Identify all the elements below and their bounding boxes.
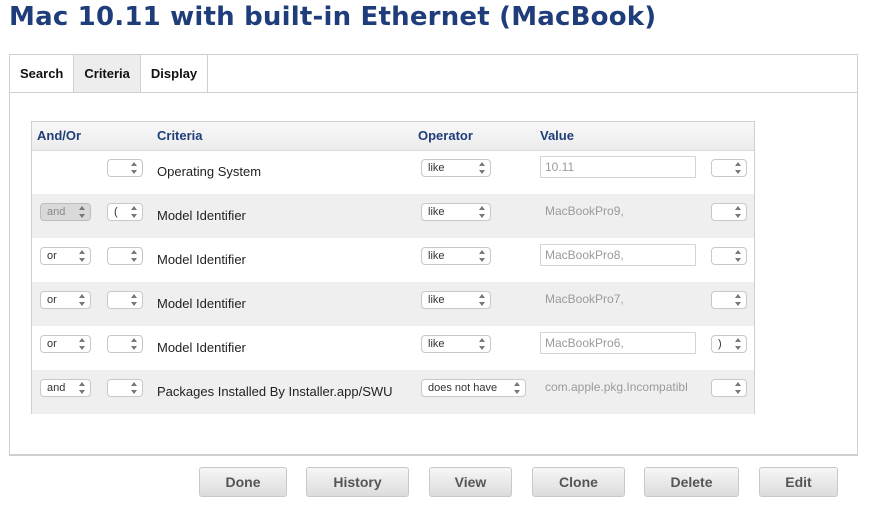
- up-down-arrows-icon: [479, 162, 486, 174]
- close-paren-select[interactable]: [711, 159, 747, 177]
- up-down-arrows-icon: [131, 294, 138, 306]
- up-down-arrows-icon: [79, 250, 86, 262]
- value-input[interactable]: MacBookPro9,: [540, 200, 696, 222]
- open-paren-select[interactable]: [107, 291, 143, 309]
- and-or-select[interactable]: and: [40, 379, 91, 397]
- operator-select[interactable]: like: [421, 247, 491, 265]
- open-paren-select[interactable]: (: [107, 203, 143, 221]
- table-row: or Model Identifier like MacBookPro8,: [32, 238, 754, 282]
- operator-select[interactable]: like: [421, 203, 491, 221]
- criteria-label: Model Identifier: [157, 296, 246, 311]
- and-or-select[interactable]: or: [40, 291, 91, 309]
- open-paren-select[interactable]: [107, 379, 143, 397]
- clone-button[interactable]: Clone: [532, 467, 625, 497]
- criteria-label: Model Identifier: [157, 340, 246, 355]
- up-down-arrows-icon: [79, 206, 86, 218]
- up-down-arrows-icon: [131, 382, 138, 394]
- close-paren-select[interactable]: [711, 379, 747, 397]
- up-down-arrows-icon: [131, 206, 138, 218]
- up-down-arrows-icon: [131, 338, 138, 350]
- up-down-arrows-icon: [514, 382, 521, 394]
- up-down-arrows-icon: [79, 338, 86, 350]
- view-button[interactable]: View: [429, 467, 512, 497]
- page-title: Mac 10.11 with built-in Ethernet (MacBoo…: [9, 2, 657, 32]
- up-down-arrows-icon: [735, 338, 742, 350]
- operator-select[interactable]: like: [421, 291, 491, 309]
- tab-bar: Search Criteria Display: [10, 55, 209, 93]
- up-down-arrows-icon: [131, 250, 138, 262]
- close-paren-select[interactable]: [711, 291, 747, 309]
- up-down-arrows-icon: [735, 294, 742, 306]
- table-row: or Model Identifier like MacBookPro6, ): [32, 326, 754, 370]
- operator-value: does not have: [428, 382, 498, 394]
- tab-divider: [10, 92, 857, 93]
- header-and-or: And/Or: [37, 128, 82, 143]
- open-paren-select[interactable]: [107, 335, 143, 353]
- up-down-arrows-icon: [735, 206, 742, 218]
- delete-button[interactable]: Delete: [644, 467, 739, 497]
- up-down-arrows-icon: [735, 250, 742, 262]
- footer-divider: [9, 455, 858, 456]
- history-button[interactable]: History: [306, 467, 409, 497]
- operator-select[interactable]: does not have: [421, 379, 526, 397]
- up-down-arrows-icon: [735, 162, 742, 174]
- done-button[interactable]: Done: [199, 467, 287, 497]
- open-paren-value: (: [114, 206, 118, 218]
- criteria-table: And/Or Criteria Operator Value Operating…: [31, 121, 755, 414]
- up-down-arrows-icon: [479, 250, 486, 262]
- and-or-select[interactable]: or: [40, 247, 91, 265]
- tab-search[interactable]: Search: [10, 55, 75, 92]
- operator-select[interactable]: like: [421, 335, 491, 353]
- up-down-arrows-icon: [479, 206, 486, 218]
- edit-button[interactable]: Edit: [759, 467, 838, 497]
- close-paren-select[interactable]: [711, 203, 747, 221]
- operator-value: like: [428, 162, 445, 174]
- value-input[interactable]: 10.11: [540, 156, 696, 178]
- tab-display[interactable]: Display: [140, 55, 209, 92]
- table-row: and Packages Installed By Installer.app/…: [32, 370, 754, 414]
- header-criteria: Criteria: [157, 128, 203, 143]
- operator-value: like: [428, 338, 445, 350]
- and-or-value: or: [47, 338, 57, 350]
- table-row: or Model Identifier like MacBookPro7,: [32, 282, 754, 326]
- header-value: Value: [540, 128, 574, 143]
- criteria-label: Model Identifier: [157, 252, 246, 267]
- criteria-panel: Search Criteria Display And/Or Criteria …: [9, 54, 858, 455]
- value-input[interactable]: com.apple.pkg.Incompatibl: [540, 376, 696, 398]
- and-or-value: and: [47, 206, 66, 218]
- criteria-label: Model Identifier: [157, 208, 246, 223]
- operator-value: like: [428, 250, 445, 262]
- up-down-arrows-icon: [79, 294, 86, 306]
- and-or-select[interactable]: and: [40, 203, 91, 221]
- table-row: and ( Model Identifier like MacBookPro9,: [32, 194, 754, 238]
- table-row: Operating System like 10.11: [32, 150, 754, 194]
- header-operator: Operator: [418, 128, 473, 143]
- open-paren-select[interactable]: [107, 159, 143, 177]
- value-input[interactable]: MacBookPro6,: [540, 332, 696, 354]
- operator-select[interactable]: like: [421, 159, 491, 177]
- and-or-select[interactable]: or: [40, 335, 91, 353]
- value-input[interactable]: MacBookPro8,: [540, 244, 696, 266]
- close-paren-value: ): [718, 338, 722, 350]
- up-down-arrows-icon: [79, 382, 86, 394]
- tab-criteria[interactable]: Criteria: [74, 55, 141, 92]
- criteria-label: Operating System: [157, 164, 262, 179]
- table-header: And/Or Criteria Operator Value: [32, 122, 754, 151]
- close-paren-select[interactable]: ): [711, 335, 747, 353]
- and-or-value: and: [47, 382, 66, 394]
- and-or-value: or: [47, 294, 57, 306]
- up-down-arrows-icon: [735, 382, 742, 394]
- value-input[interactable]: MacBookPro7,: [540, 288, 696, 310]
- operator-value: like: [428, 206, 445, 218]
- open-paren-select[interactable]: [107, 247, 143, 265]
- up-down-arrows-icon: [479, 338, 486, 350]
- up-down-arrows-icon: [479, 294, 486, 306]
- criteria-label: Packages Installed By Installer.app/SWU: [157, 384, 393, 399]
- operator-value: like: [428, 294, 445, 306]
- and-or-value: or: [47, 250, 57, 262]
- close-paren-select[interactable]: [711, 247, 747, 265]
- up-down-arrows-icon: [131, 162, 138, 174]
